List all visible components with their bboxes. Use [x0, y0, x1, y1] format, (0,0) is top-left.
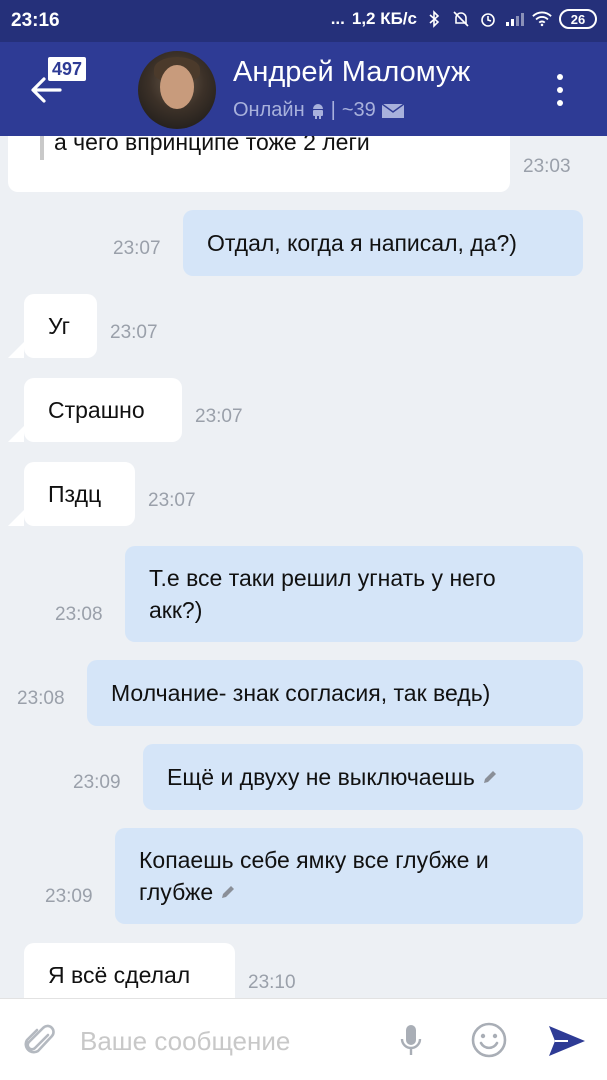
clock: 23:16 — [11, 10, 60, 31]
envelope-icon — [381, 103, 404, 118]
message-text: Ещё и двуху не выключаешь — [167, 764, 475, 790]
message-text: Страшно — [48, 397, 145, 423]
message-text-line: Т.е все таки решил угнать у него — [149, 565, 496, 591]
mute-bell-icon — [451, 9, 471, 29]
message-text: Пздц — [48, 481, 102, 507]
pencil-icon — [483, 771, 496, 783]
message-text-line: акк?) — [149, 597, 203, 623]
message-text-line: Копаешь себе ямку все глубже и — [139, 847, 489, 873]
quote-bar — [40, 136, 44, 160]
message-bubble[interactable]: Молчание- знак согласия, так ведь) — [87, 660, 583, 726]
more-options-button[interactable] — [548, 72, 572, 108]
message-time: 23:03 — [523, 156, 571, 177]
message-bubble[interactable]: Отдал, когда я написал, да?) — [183, 210, 583, 276]
attach-button[interactable] — [22, 1021, 58, 1061]
message-composer — [0, 998, 607, 1080]
message-time: 23:07 — [110, 322, 158, 343]
message-list[interactable]: а чего впринципе тоже 2 леги 23:03 23:07… — [0, 136, 607, 998]
more-vertical-icon — [557, 74, 563, 80]
message-input[interactable] — [80, 1021, 380, 1061]
status-bar: 23:16 ... 1,2 КБ/с 26 — [0, 0, 607, 42]
message-bubble[interactable]: Уг — [24, 294, 97, 358]
message-time: 23:07 — [113, 238, 161, 259]
message-bubble[interactable]: а чего впринципе тоже 2 леги — [8, 136, 510, 192]
battery-indicator: 26 — [559, 9, 597, 29]
chat-header: 497 Андрей Маломуж Онлайн | ~39 — [0, 42, 607, 136]
message-time: 23:10 — [248, 972, 296, 993]
microphone-icon — [400, 1025, 422, 1055]
send-button[interactable] — [546, 1023, 588, 1059]
message-text: Молчание- знак согласия, так ведь) — [111, 680, 491, 706]
message-time: 23:07 — [148, 490, 196, 511]
alarm-icon — [478, 9, 498, 29]
emoji-button[interactable] — [470, 1021, 508, 1059]
message-time: 23:09 — [45, 886, 93, 907]
status-icons: ... 1,2 КБ/с 26 — [331, 9, 597, 29]
bluetooth-icon — [424, 9, 444, 29]
message-bubble[interactable]: Страшно — [24, 378, 182, 442]
overflow-dots: ... — [330, 9, 345, 28]
message-time: 23:09 — [73, 772, 121, 793]
message-bubble[interactable]: Пздц — [24, 462, 135, 526]
smiley-icon — [471, 1022, 507, 1058]
avatar[interactable] — [138, 51, 216, 129]
message-time: 23:08 — [17, 688, 65, 709]
message-text-line: глубже — [139, 879, 214, 905]
message-text: Я всё сделал — [48, 962, 191, 988]
contact-name[interactable]: Андрей Маломуж — [233, 56, 470, 89]
contact-status: Онлайн | ~39 — [233, 99, 404, 122]
unread-count-badge: 497 — [48, 57, 87, 81]
message-time: 23:08 — [55, 604, 103, 625]
message-time: 23:07 — [195, 406, 243, 427]
paperclip-icon — [24, 1024, 55, 1054]
android-icon — [312, 103, 323, 119]
message-bubble[interactable]: Я всё сделал — [24, 943, 235, 998]
send-icon — [549, 1026, 585, 1056]
status-separator: | — [330, 99, 336, 121]
network-speed: 1,2 КБ/с — [351, 9, 417, 28]
voice-message-button[interactable] — [398, 1021, 424, 1061]
message-text: Уг — [48, 313, 70, 339]
message-bubble[interactable]: Копаешь себе ямку все глубже и глубже — [115, 828, 583, 924]
pencil-icon — [222, 886, 235, 898]
message-bubble[interactable]: Ещё и двуху не выключаешь — [143, 744, 583, 810]
messages-count: ~39 — [341, 99, 376, 121]
message-text: Отдал, когда я написал, да?) — [207, 230, 517, 256]
message-text: а чего впринципе тоже 2 леги — [54, 136, 370, 155]
signal-icon — [505, 9, 525, 29]
wifi-icon — [532, 9, 552, 29]
online-status: Онлайн — [233, 99, 305, 121]
message-bubble[interactable]: Т.е все таки решил угнать у него акк?) — [125, 546, 583, 642]
